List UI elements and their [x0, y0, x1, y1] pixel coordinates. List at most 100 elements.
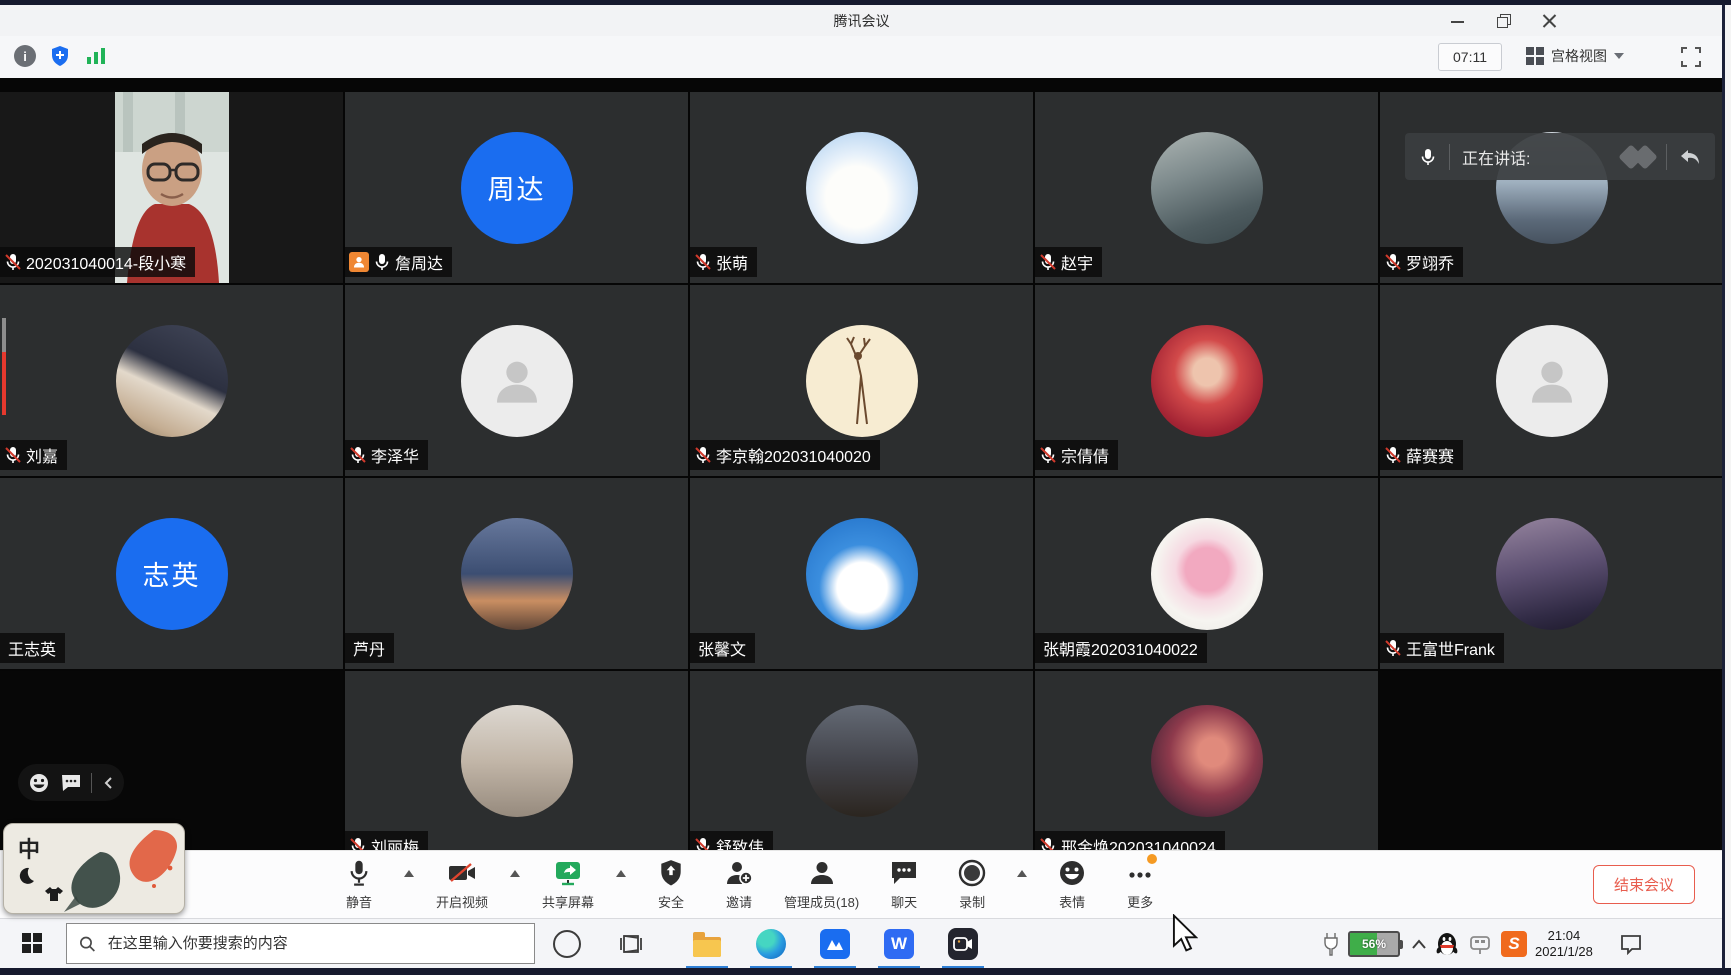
participant-name-label: 202031040014-段小寒 — [0, 247, 195, 277]
battery-indicator[interactable]: 56% — [1348, 931, 1403, 957]
participant-tile[interactable]: 周达 詹周达 — [345, 92, 688, 283]
maximize-button[interactable] — [1496, 13, 1512, 29]
participant-tile[interactable]: 正在讲话: 罗翊乔 — [1380, 92, 1723, 283]
participant-tile[interactable]: 王富世Frank — [1380, 478, 1723, 669]
participant-tile[interactable]: 赵宇 — [1035, 92, 1378, 283]
mute-button[interactable]: 静音 — [336, 858, 382, 911]
file-explorer-icon[interactable] — [692, 929, 722, 959]
invite-person-icon — [725, 858, 753, 888]
participant-tile[interactable]: 志英 王志英 — [0, 478, 343, 669]
participant-tile[interactable]: 张朝霞202031040022 — [1035, 478, 1378, 669]
start-video-button[interactable]: 开启视频 — [436, 858, 488, 911]
participant-name-label: 王富世Frank — [1380, 633, 1504, 663]
power-plug-icon[interactable] — [1322, 931, 1340, 957]
participant-tile[interactable]: 薛赛赛 — [1380, 285, 1723, 476]
security-shield-icon[interactable] — [48, 44, 72, 68]
record-button[interactable]: 录制 — [949, 858, 995, 911]
task-view-button[interactable] — [616, 929, 646, 959]
participant-name-label: 宗倩倩 — [1035, 440, 1118, 470]
mic-muted-icon — [694, 837, 712, 850]
skin-clothes-icon[interactable] — [44, 886, 64, 902]
avatar-photo — [806, 325, 918, 437]
host-badge-icon — [349, 252, 369, 272]
participant-name-label: 张馨文 — [690, 633, 755, 663]
mic-options-caret[interactable] — [404, 870, 414, 877]
ime-mode-indicator[interactable]: 中 — [18, 832, 40, 864]
members-icon — [809, 858, 835, 888]
meeting-info-icon[interactable]: i — [14, 45, 36, 67]
avatar-photo — [1496, 518, 1608, 630]
participant-tile[interactable]: 张萌 — [690, 92, 1033, 283]
collapse-chevron-icon[interactable] — [102, 776, 114, 790]
participant-name-label: 张朝霞202031040022 — [1035, 633, 1207, 663]
avatar-photo — [461, 705, 573, 817]
close-button[interactable] — [1542, 13, 1558, 29]
meeting-timer: 07:11 — [1438, 43, 1502, 71]
participant-tile[interactable]: 舒致伟 — [690, 671, 1033, 850]
meeting-header-bar: i 07:11 宫格视图 — [0, 36, 1723, 79]
mic-muted-icon — [694, 253, 712, 271]
black-koi-art — [71, 852, 120, 908]
participant-tile[interactable]: 芦丹 — [345, 478, 688, 669]
tray-expand-chevron-icon[interactable] — [1411, 938, 1427, 950]
mouse-cursor — [1172, 914, 1198, 952]
participant-tile[interactable]: 李泽华 — [345, 285, 688, 476]
screen-edge — [1722, 0, 1731, 975]
participant-tile[interactable]: 宗倩倩 — [1035, 285, 1378, 476]
participant-name-label: 芦丹 — [345, 633, 394, 663]
quick-reactions-pill[interactable] — [18, 764, 124, 801]
cortana-button[interactable] — [552, 929, 582, 959]
screen-edge — [0, 0, 1731, 5]
ime-skin-panel[interactable]: 中 — [3, 823, 185, 914]
avatar-photo — [806, 132, 918, 244]
search-input[interactable] — [106, 934, 522, 953]
share-screen-button[interactable]: 共享屏幕 — [542, 858, 594, 911]
emoji-icon[interactable] — [28, 772, 50, 794]
start-button[interactable] — [22, 933, 42, 953]
avatar-photo — [461, 518, 573, 630]
sogou-pinyin-icon[interactable]: S — [1501, 931, 1527, 957]
mic-muted-icon — [694, 446, 712, 464]
reply-arrow-icon[interactable] — [1679, 148, 1701, 166]
camera-app-icon[interactable] — [948, 929, 978, 959]
avatar-default — [1496, 325, 1608, 437]
moon-icon[interactable] — [16, 866, 36, 886]
action-center-icon[interactable] — [1619, 933, 1643, 955]
participant-tile[interactable]: 刘嘉 — [0, 285, 343, 476]
network-signal-icon[interactable] — [84, 44, 108, 68]
qq-icon[interactable] — [1435, 931, 1459, 957]
participant-name-label: 王志英 — [0, 633, 65, 663]
record-options-caret[interactable] — [1017, 870, 1027, 877]
chat-button[interactable]: 聊天 — [881, 858, 927, 911]
share-options-caret[interactable] — [616, 870, 626, 877]
participant-name-label: 邢金焕202031040024 — [1035, 831, 1225, 850]
tencent-meeting-app-icon[interactable] — [820, 929, 850, 959]
chat-bubble-icon[interactable] — [60, 773, 82, 793]
participant-tile[interactable]: 刘丽梅 — [345, 671, 688, 850]
taskbar-search[interactable] — [66, 923, 535, 964]
participant-tile[interactable]: 张馨文 — [690, 478, 1033, 669]
video-options-caret[interactable] — [510, 870, 520, 877]
end-meeting-button[interactable]: 结束会议 — [1593, 865, 1695, 904]
invite-button[interactable]: 邀请 — [716, 858, 762, 911]
participant-tile[interactable]: 202031040014-段小寒 — [0, 92, 343, 283]
window-title: 腾讯会议 — [834, 11, 890, 31]
wps-office-icon[interactable]: W — [884, 929, 914, 959]
participant-tile[interactable]: 李京翰202031040020 — [690, 285, 1033, 476]
more-button[interactable]: 更多 — [1117, 858, 1163, 911]
minimize-button[interactable] — [1450, 13, 1466, 29]
taskbar-clock[interactable]: 21:04 2021/1/28 — [1535, 928, 1593, 960]
participant-tile[interactable]: 邢金焕202031040024 — [1035, 671, 1378, 850]
edge-browser-icon[interactable] — [756, 929, 786, 959]
view-mode-button[interactable]: 宫格视图 — [1518, 41, 1632, 71]
chevron-down-icon — [1614, 53, 1624, 59]
avatar-initials: 周达 — [461, 132, 573, 244]
battery-percent: 56% — [1350, 933, 1398, 955]
fullscreen-button[interactable] — [1680, 46, 1702, 68]
manage-members-button[interactable]: 管理成员(18) — [784, 858, 859, 911]
sogou-ime-state-icon[interactable] — [1467, 931, 1493, 957]
avatar-photo — [1151, 325, 1263, 437]
security-button[interactable]: 安全 — [648, 858, 694, 911]
record-icon — [958, 858, 986, 888]
reactions-button[interactable]: 表情 — [1049, 858, 1095, 911]
